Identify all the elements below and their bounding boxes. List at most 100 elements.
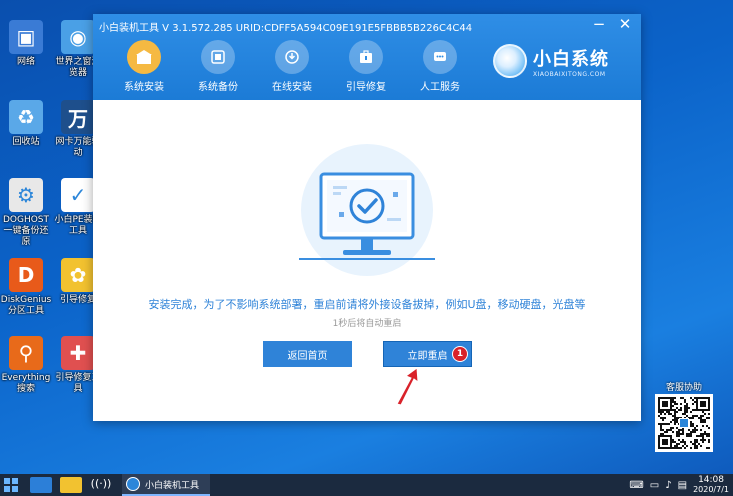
qr-module [686, 411, 688, 413]
qr-module [682, 431, 684, 433]
nav-bar: 系统安装 系统备份 在线安装 引导修复 人工服务 [107, 40, 477, 93]
desktop-shortcut[interactable]: D DiskGenius分区工具 [0, 258, 52, 317]
desktop-shortcut[interactable]: ▣ 网络 [0, 20, 52, 68]
qr-module [704, 413, 706, 415]
qr-module [666, 429, 668, 431]
qr-module [694, 401, 696, 403]
tab-online-install[interactable]: 在线安装 [255, 40, 329, 93]
desktop-shortcut[interactable]: ⚲ Everything搜索 [0, 336, 52, 395]
qr-module [694, 443, 696, 445]
qr-module [700, 401, 706, 407]
boot-repair-icon [349, 40, 383, 74]
qr-module [684, 409, 686, 411]
qr-module [662, 401, 668, 407]
qr-module [682, 433, 684, 435]
qr-module [680, 441, 682, 443]
qr-module [688, 435, 690, 437]
volume-icon[interactable]: ♪ [665, 480, 671, 491]
qr-module [676, 421, 678, 423]
desktop-shortcut-label: Everything搜索 [1, 373, 51, 394]
qr-module [684, 401, 686, 403]
qr-module [676, 445, 678, 447]
qr-module [674, 413, 676, 415]
network-icon[interactable]: ▤ [678, 480, 687, 491]
qr-module [672, 405, 674, 407]
network-taskbar-icon[interactable]: ((·)) [90, 477, 112, 493]
qr-module [672, 447, 674, 449]
qr-module [672, 397, 674, 399]
qr-module [700, 433, 702, 435]
qr-module [684, 399, 686, 401]
tab-boot-repair[interactable]: 引导修复 [329, 40, 403, 93]
qr-module [674, 447, 676, 449]
qr-module [694, 431, 696, 433]
qr-label: 客服协助 [666, 383, 703, 393]
qr-module [684, 447, 686, 449]
qr-module [684, 411, 686, 413]
minimize-button[interactable]: − [591, 16, 607, 32]
tab-system-install[interactable]: 系统安装 [107, 40, 181, 93]
back-to-home-button[interactable]: 返回首页 [263, 341, 352, 367]
qr-module [702, 421, 704, 423]
qr-module [704, 431, 706, 433]
qr-module [704, 439, 706, 441]
qr-module [700, 435, 702, 437]
qr-module [660, 425, 662, 427]
qr-module [664, 413, 666, 415]
clock[interactable]: 14:08 2020/7/1 [693, 475, 729, 495]
qr-module [692, 431, 694, 433]
qr-module [686, 409, 688, 411]
qr-module [674, 401, 676, 403]
qr-module [660, 411, 662, 413]
monitor-icon[interactable]: ▭ [650, 480, 659, 491]
tab-human-service[interactable]: 人工服务 [403, 40, 477, 93]
desktop-shortcut[interactable]: ⚙ DOGHOST一键备份还原 [0, 178, 52, 248]
start-button[interactable] [0, 474, 22, 496]
qr-module [674, 417, 676, 419]
qr-module [672, 441, 674, 443]
system-install-icon [127, 40, 161, 74]
tab-system-backup[interactable]: 系统备份 [181, 40, 255, 93]
qr-module [676, 403, 678, 405]
qr-module [672, 419, 674, 421]
qr-module [690, 441, 692, 443]
restart-countdown: 1秒后将自动重启 [332, 319, 402, 329]
qr-module [672, 439, 674, 441]
qr-module [674, 397, 676, 399]
taskbar-app-xiaobai[interactable]: 小白装机工具 [122, 474, 210, 496]
qr-module [692, 443, 694, 445]
qr-module [708, 413, 710, 415]
window-controls: − ✕ [591, 16, 633, 32]
qr-module [662, 429, 664, 431]
qr-module [686, 435, 688, 437]
qr-module [708, 441, 710, 443]
window-header: 小白装机工具 V 3.1.572.285 URID:CDFF5A594C09E1… [93, 14, 641, 100]
desktop-taskbar-icon[interactable] [30, 477, 52, 493]
qr-module [676, 411, 678, 413]
qr-module [678, 447, 680, 449]
qr-module [684, 441, 686, 443]
qr-module [694, 445, 696, 447]
qr-module [696, 441, 698, 443]
close-button[interactable]: ✕ [617, 16, 633, 32]
keyboard-icon[interactable]: ⌨ [629, 480, 643, 491]
qr-module [662, 419, 664, 421]
desktop-shortcut[interactable]: ♻ 回收站 [0, 100, 52, 148]
qr-module [708, 435, 710, 437]
qr-module [694, 397, 696, 399]
desktop-shortcut-label: DiskGenius分区工具 [0, 295, 52, 316]
clock-time: 14:08 [698, 475, 724, 485]
brand-domain: XIAOBAIXITONG.COM [533, 70, 606, 78]
qr-module [690, 435, 692, 437]
qr-module [676, 407, 678, 409]
qr-module [680, 433, 682, 435]
qr-module [690, 423, 692, 425]
qr-module [692, 403, 694, 405]
qr-module [688, 433, 690, 435]
folder-taskbar-icon[interactable] [60, 477, 82, 493]
qr-module [698, 443, 700, 445]
qr-module [708, 427, 710, 429]
qr-module [660, 423, 662, 425]
qr-module [708, 433, 710, 435]
nav-label: 系统安装 [124, 82, 164, 93]
